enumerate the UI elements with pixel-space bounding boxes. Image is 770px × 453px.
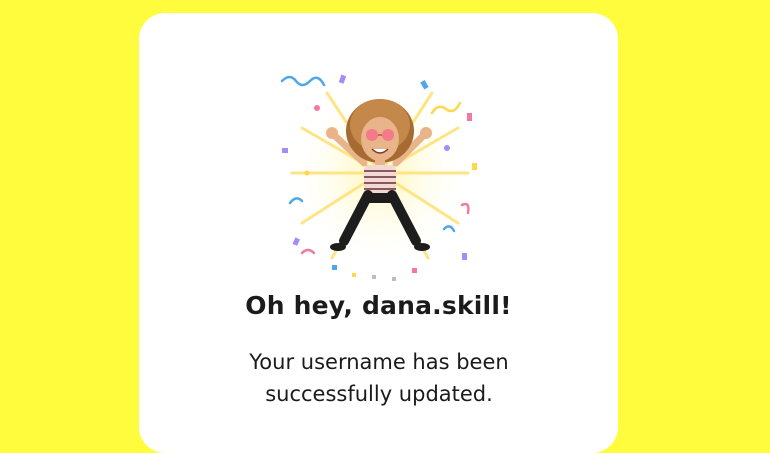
username-updated-message: Your username has been successfully upda… — [249, 350, 509, 406]
success-dialog-card: Oh hey, dana.skill! Your username has be… — [139, 13, 618, 453]
bitmoji-celebration-illustration — [272, 53, 487, 283]
greeting-title: Oh hey, dana.skill! — [245, 291, 512, 320]
